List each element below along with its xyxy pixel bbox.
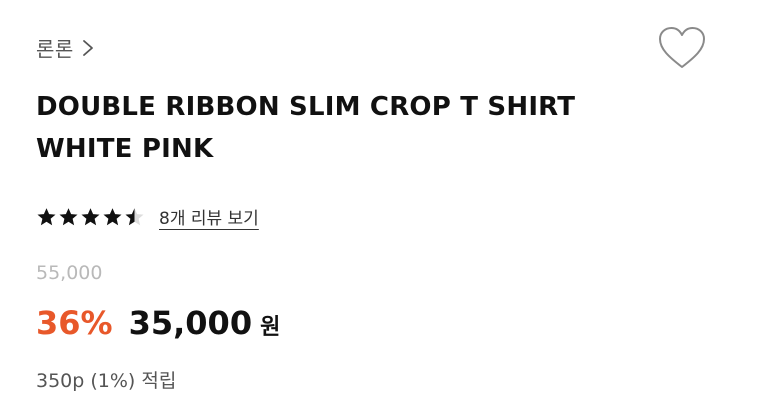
product-title: DOUBLE RIBBON SLIM CROP T SHIRT WHITE PI… [36,86,736,170]
brand-link[interactable]: 론론 [36,33,94,62]
star-full-icon [103,207,122,225]
sale-price: 35,000 [128,304,253,342]
brand-name: 론론 [36,37,74,61]
wishlist-button[interactable] [657,26,707,70]
heart-outline-icon [659,27,705,68]
original-price: 55,000 [36,262,103,284]
star-full-icon [81,207,100,225]
currency-label: 원 [260,315,281,340]
price-row: 36% 35,000 원 [36,304,280,342]
discount-rate: 36% [36,304,113,342]
product-title-line2: WHITE PINK [36,134,214,164]
review-link[interactable]: 8개 리뷰 보기 [159,204,259,229]
star-full-icon [37,207,56,225]
star-half-icon [125,207,144,225]
rating-row: 8개 리뷰 보기 [36,204,259,229]
rating-stars [36,207,145,227]
chevron-right-icon [82,39,93,56]
product-title-line1: DOUBLE RIBBON SLIM CROP T SHIRT [36,92,576,122]
star-full-icon [59,207,78,225]
reward-points: 350p (1%) 적립 [36,370,177,392]
